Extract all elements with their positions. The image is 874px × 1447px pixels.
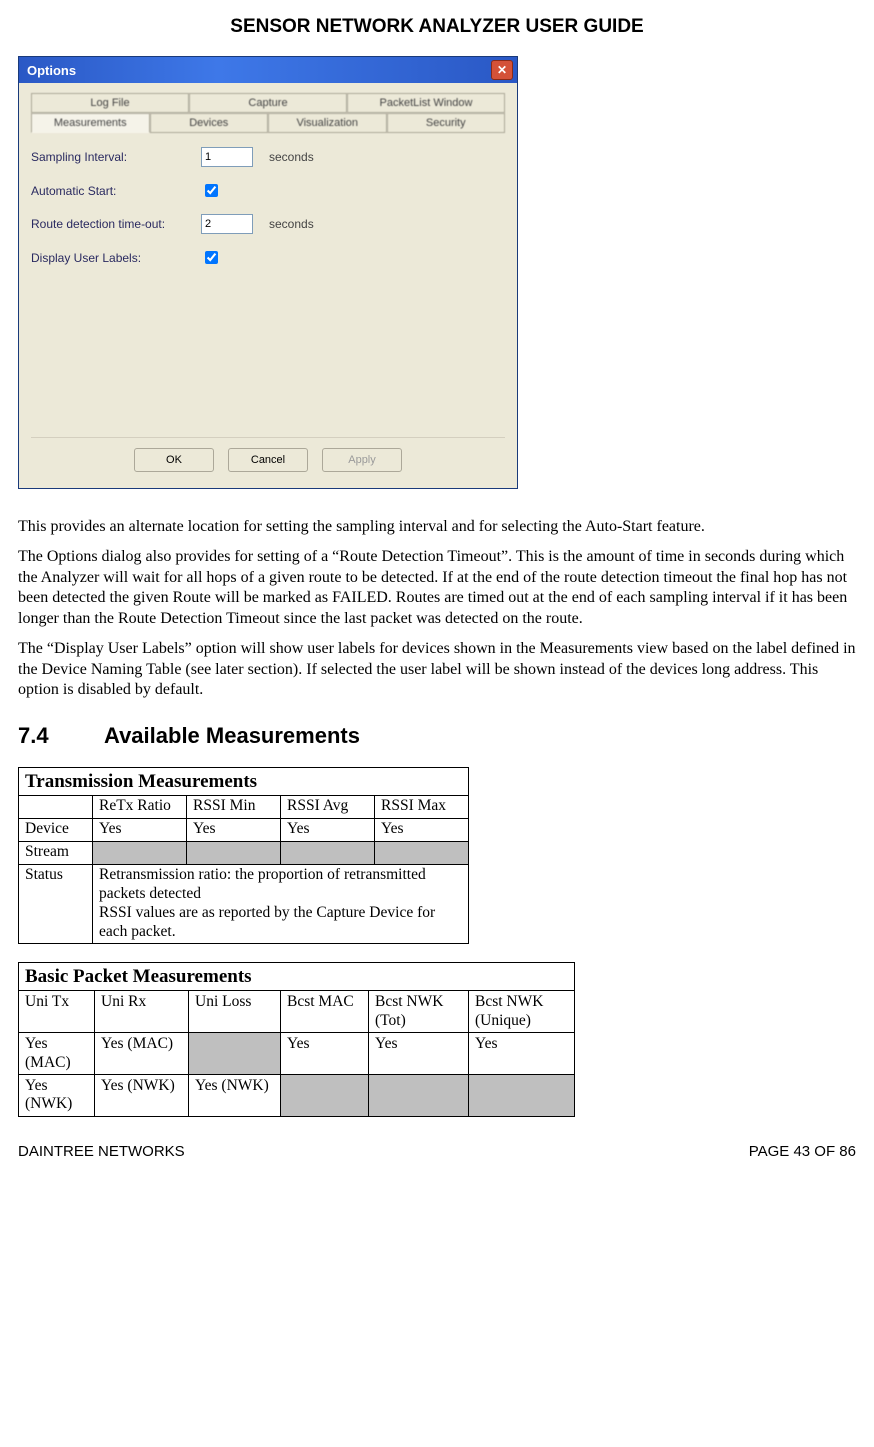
cell: Yes <box>375 818 469 841</box>
cell-grey <box>93 841 187 864</box>
cell: Uni Rx <box>95 991 189 1033</box>
cell: Uni Tx <box>19 991 95 1033</box>
table-row: Stream <box>19 841 469 864</box>
tab-measurements[interactable]: Measurements <box>31 113 150 133</box>
cell-grey <box>189 1033 281 1075</box>
footer-left: DAINTREE NETWORKS <box>18 1143 185 1160</box>
basic-packet-table: Basic Packet Measurements Uni Tx Uni Rx … <box>18 962 575 1117</box>
cell: Bcst NWK (Unique) <box>469 991 575 1033</box>
table-row: Yes (NWK) Yes (NWK) Yes (NWK) <box>19 1075 575 1117</box>
cell: Device <box>19 818 93 841</box>
footer-right: PAGE 43 OF 86 <box>749 1143 856 1160</box>
dialog-titlebar: Options ✕ <box>19 57 517 83</box>
route-timeout-unit: seconds <box>269 217 314 231</box>
cell-grey <box>281 1075 369 1117</box>
options-dialog: Options ✕ Log File Capture PacketList Wi… <box>18 56 518 489</box>
tab-packetlist[interactable]: PacketList Window <box>347 93 505 113</box>
display-labels-label: Display User Labels: <box>31 251 201 265</box>
cell-grey <box>375 841 469 864</box>
section-heading: 7.4Available Measurements <box>18 723 856 749</box>
cell: Yes (MAC) <box>95 1033 189 1075</box>
cell: Bcst NWK (Tot) <box>369 991 469 1033</box>
cell: RSSI Avg <box>281 795 375 818</box>
cell: Uni Loss <box>189 991 281 1033</box>
cell: Status <box>19 864 93 944</box>
cell-grey <box>369 1075 469 1117</box>
tab-capture[interactable]: Capture <box>189 93 347 113</box>
tab-devices[interactable]: Devices <box>150 113 269 133</box>
paragraph-1: This provides an alternate location for … <box>18 517 856 537</box>
cancel-button[interactable]: Cancel <box>228 448 308 472</box>
dialog-tabs: Log File Capture PacketList Window Measu… <box>31 93 505 133</box>
section-number: 7.4 <box>18 723 104 749</box>
close-icon[interactable]: ✕ <box>491 60 513 80</box>
apply-button[interactable]: Apply <box>322 448 402 472</box>
transmission-table: Transmission Measurements ReTx Ratio RSS… <box>18 767 469 945</box>
route-timeout-label: Route detection time-out: <box>31 217 201 231</box>
tab-visualization[interactable]: Visualization <box>268 113 387 133</box>
autostart-checkbox[interactable] <box>205 184 218 197</box>
cell-grey <box>187 841 281 864</box>
cell: ReTx Ratio <box>93 795 187 818</box>
document-header: SENSOR NETWORK ANALYZER USER GUIDE <box>18 16 856 38</box>
page-footer: DAINTREE NETWORKS PAGE 43 OF 86 <box>18 1143 856 1160</box>
status-cell: Retransmission ratio: the proportion of … <box>93 864 469 944</box>
sampling-input[interactable] <box>201 147 253 167</box>
cell: Yes (MAC) <box>19 1033 95 1075</box>
sampling-unit: seconds <box>269 150 314 164</box>
paragraph-2: The Options dialog also provides for set… <box>18 547 856 629</box>
cell: RSSI Max <box>375 795 469 818</box>
cell-grey <box>469 1075 575 1117</box>
table1-title: Transmission Measurements <box>19 767 469 795</box>
table-row: Uni Tx Uni Rx Uni Loss Bcst MAC Bcst NWK… <box>19 991 575 1033</box>
cell: Yes <box>93 818 187 841</box>
table-row: ReTx Ratio RSSI Min RSSI Avg RSSI Max <box>19 795 469 818</box>
section-title: Available Measurements <box>104 723 360 748</box>
cell: Yes <box>281 1033 369 1075</box>
table2-title: Basic Packet Measurements <box>19 963 575 991</box>
cell: Yes (NWK) <box>19 1075 95 1117</box>
table-row: Device Yes Yes Yes Yes <box>19 818 469 841</box>
table-row: Yes (MAC) Yes (MAC) Yes Yes Yes <box>19 1033 575 1075</box>
cell: Stream <box>19 841 93 864</box>
tab-security[interactable]: Security <box>387 113 506 133</box>
cell: Yes <box>187 818 281 841</box>
dialog-title: Options <box>27 63 76 78</box>
cell <box>19 795 93 818</box>
cell: Bcst MAC <box>281 991 369 1033</box>
cell: Yes (NWK) <box>95 1075 189 1117</box>
display-labels-checkbox[interactable] <box>205 251 218 264</box>
table-row: Status Retransmission ratio: the proport… <box>19 864 469 944</box>
cell: RSSI Min <box>187 795 281 818</box>
cell: Yes <box>369 1033 469 1075</box>
cell-grey <box>281 841 375 864</box>
tab-logfile[interactable]: Log File <box>31 93 189 113</box>
cell: Yes <box>469 1033 575 1075</box>
route-timeout-input[interactable] <box>201 214 253 234</box>
cell: Yes (NWK) <box>189 1075 281 1117</box>
autostart-label: Automatic Start: <box>31 184 201 198</box>
paragraph-3: The “Display User Labels” option will sh… <box>18 639 856 700</box>
cell: Yes <box>281 818 375 841</box>
ok-button[interactable]: OK <box>134 448 214 472</box>
sampling-label: Sampling Interval: <box>31 150 201 164</box>
